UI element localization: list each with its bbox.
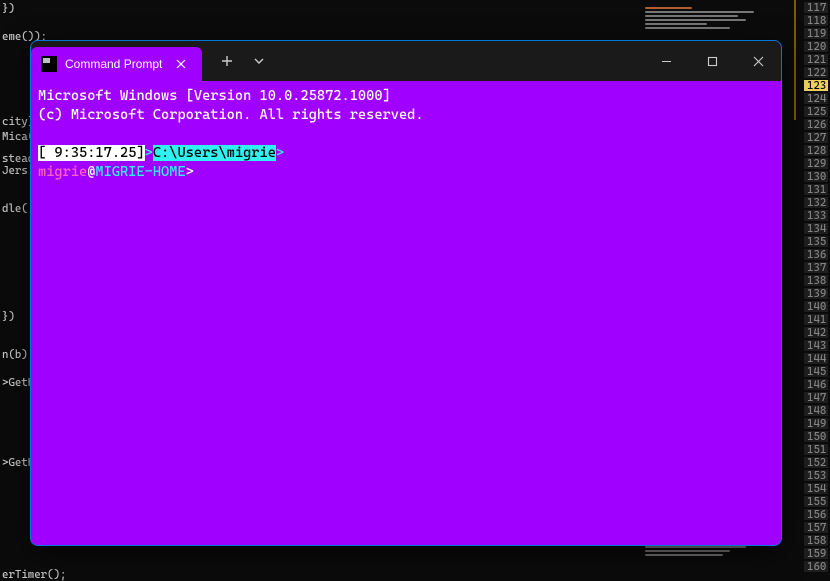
- line-number: 119: [804, 28, 828, 39]
- banner-line-2: (c) Microsoft Corporation. All rights re…: [38, 107, 424, 123]
- editor-code-fragment: dle(: [2, 202, 28, 215]
- ssh-prompt-end: >: [186, 164, 194, 180]
- tab-command-prompt[interactable]: Command Prompt: [31, 47, 202, 81]
- terminal-body[interactable]: Microsoft Windows [Version 10.0.25872.10…: [31, 81, 781, 545]
- line-number: 121: [804, 54, 828, 65]
- line-number: 158: [804, 535, 828, 546]
- line-number: 148: [804, 405, 828, 416]
- line-number: 142: [804, 327, 828, 338]
- line-number: 140: [804, 301, 828, 312]
- line-number: 125: [804, 106, 828, 117]
- line-number: 135: [804, 236, 828, 247]
- line-number: 153: [804, 470, 828, 481]
- titlebar[interactable]: Command Prompt: [31, 41, 781, 81]
- prompt-cwd: C:\Users\migrie: [153, 145, 276, 161]
- line-number: 146: [804, 379, 828, 390]
- line-number: 154: [804, 483, 828, 494]
- ssh-user: migrie: [38, 164, 87, 180]
- line-number: 150: [804, 431, 828, 442]
- line-number: 144: [804, 353, 828, 364]
- line-number: 156: [804, 509, 828, 520]
- editor-code-fragment: Jers: [2, 164, 28, 177]
- line-number: 138: [804, 275, 828, 286]
- minimap[interactable]: [645, 5, 800, 45]
- maximize-button[interactable]: [689, 41, 735, 81]
- line-number: 129: [804, 158, 828, 169]
- line-number: 159: [804, 548, 828, 559]
- line-number: 131: [804, 184, 828, 195]
- line-number: 157: [804, 522, 828, 533]
- line-number: 139: [804, 288, 828, 299]
- line-number: 136: [804, 249, 828, 260]
- editor-code-fragment: erTimer();: [2, 568, 66, 581]
- line-number: 137: [804, 262, 828, 273]
- editor-code-fragment: }): [2, 2, 15, 15]
- prompt-separator: >: [145, 145, 153, 161]
- line-number: 132: [804, 197, 828, 208]
- editor-code-fragment: }): [2, 310, 15, 323]
- line-number: 152: [804, 457, 828, 468]
- line-number: 147: [804, 392, 828, 403]
- line-number: 118: [804, 15, 828, 26]
- ssh-host: MIGRIE-HOME: [95, 164, 185, 180]
- line-number: 127: [804, 132, 828, 143]
- new-tab-button[interactable]: [208, 41, 246, 81]
- minimize-button[interactable]: [643, 41, 689, 81]
- line-number: 141: [804, 314, 828, 325]
- line-number: 160: [804, 561, 828, 572]
- tab-close-button[interactable]: [170, 47, 192, 81]
- line-number: 120: [804, 41, 828, 52]
- tab-dropdown-button[interactable]: [246, 41, 272, 81]
- tab-title: Command Prompt: [65, 57, 162, 71]
- banner-line-1: Microsoft Windows [Version 10.0.25872.10…: [38, 88, 391, 104]
- line-number: 123: [804, 80, 828, 91]
- line-number: 126: [804, 119, 828, 130]
- line-number: 134: [804, 223, 828, 234]
- close-button[interactable]: [735, 41, 781, 81]
- line-number: 133: [804, 210, 828, 221]
- line-number: 149: [804, 418, 828, 429]
- prompt-end: >: [276, 145, 284, 161]
- prompt-timestamp: [ 9:35:17.25]: [38, 145, 145, 161]
- line-number: 143: [804, 340, 828, 351]
- titlebar-drag-region[interactable]: [272, 41, 643, 81]
- line-number: 155: [804, 496, 828, 507]
- terminal-window: Command Prompt Microsoft Windows [Versio…: [30, 40, 782, 546]
- line-number: 117: [804, 2, 828, 13]
- line-number: 151: [804, 444, 828, 455]
- line-number: 124: [804, 93, 828, 104]
- cmd-icon: [41, 56, 57, 72]
- line-number: 122: [804, 67, 828, 78]
- line-number: 128: [804, 145, 828, 156]
- line-number: 130: [804, 171, 828, 182]
- line-number: 145: [804, 366, 828, 377]
